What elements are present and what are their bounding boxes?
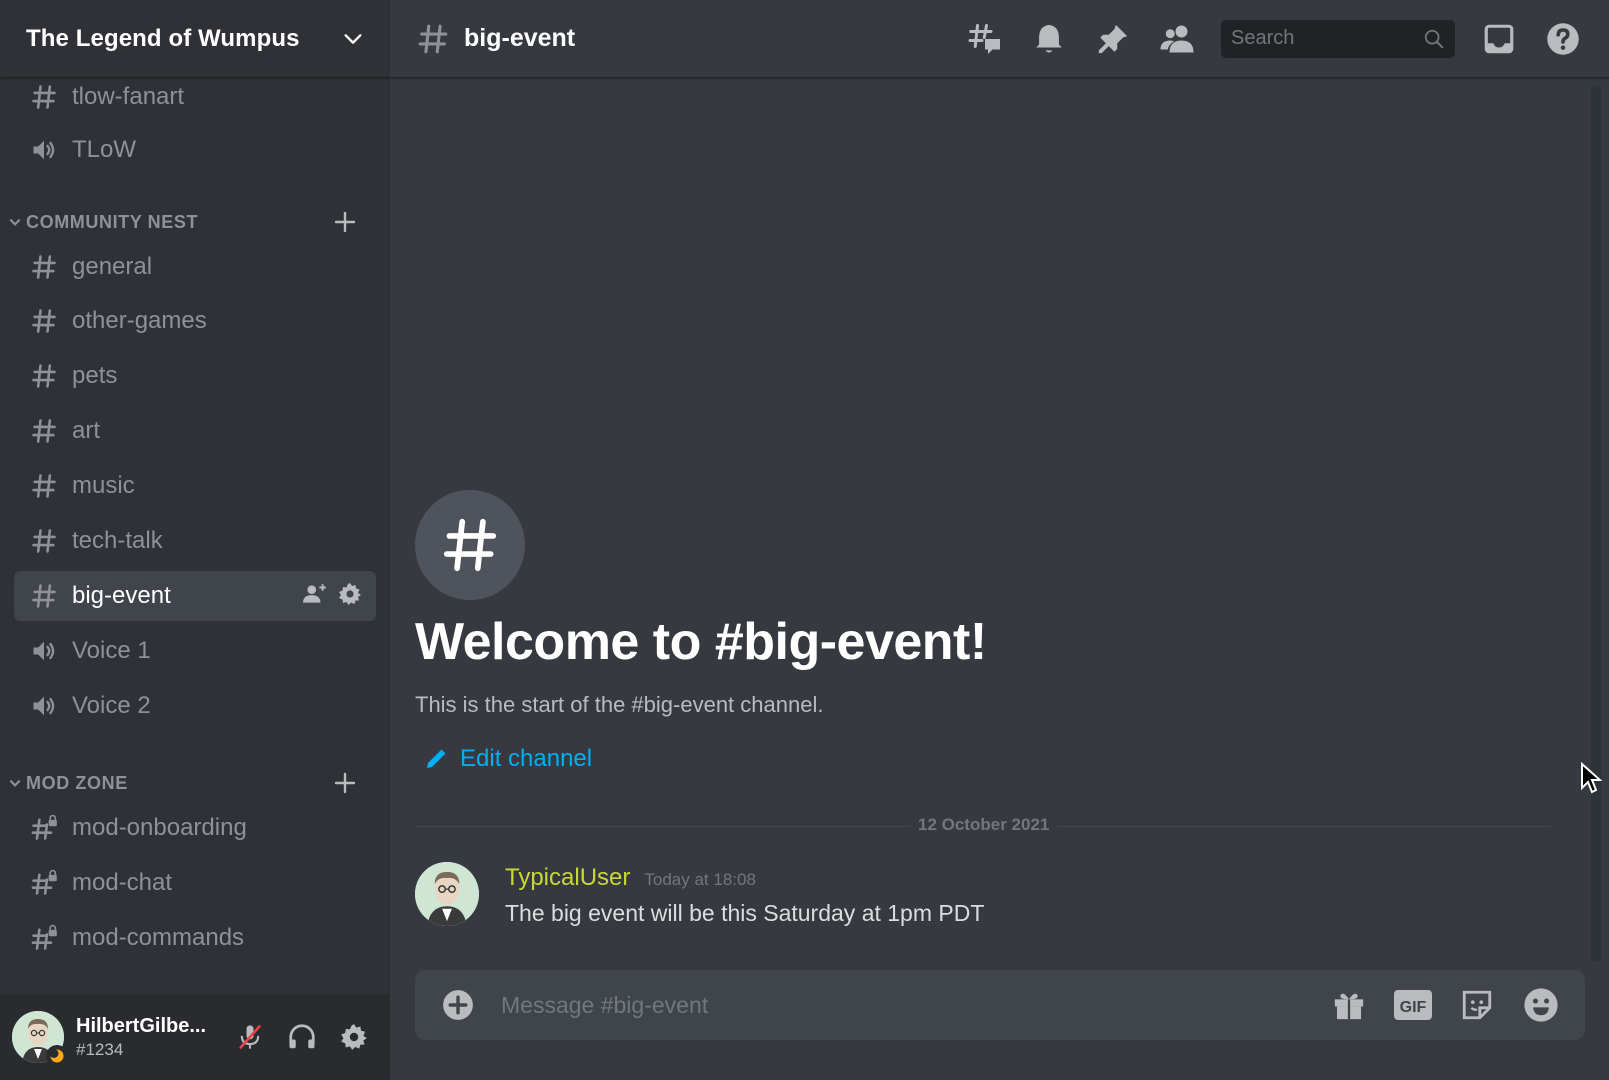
create-channel-plus-icon[interactable] (332, 770, 358, 796)
locked-hash-icon (28, 812, 60, 844)
caret-down-icon (9, 779, 21, 787)
channel-big-event[interactable]: big-event (14, 571, 376, 621)
channel-voice-1[interactable]: Voice 1 (14, 626, 376, 676)
search-icon (1424, 29, 1444, 48)
welcome-subtitle: This is the start of the #big-event chan… (415, 692, 824, 717)
channel-art[interactable]: art (14, 406, 376, 456)
headphones-icon[interactable] (286, 1021, 318, 1053)
channel-music[interactable]: music (14, 461, 376, 511)
server-name: The Legend of Wumpus (26, 24, 300, 52)
hash-icon (28, 305, 60, 337)
message-composer: GIF (415, 970, 1585, 1040)
welcome-icon-wrap (415, 490, 525, 600)
pin-icon[interactable] (1093, 19, 1133, 59)
avatar[interactable] (415, 862, 479, 926)
hash-icon (28, 580, 60, 612)
locked-hash-icon (28, 922, 60, 954)
hash-icon (28, 415, 60, 447)
chat-area: big-event Search Welcome to #big-event! … (390, 0, 1609, 1080)
message-timestamp: Today at 18:08 (644, 870, 756, 889)
welcome-title: Welcome to #big-event! (415, 613, 987, 671)
category-community-nest[interactable]: COMMUNITY NEST (8, 207, 378, 237)
channel-list: tlow-fanart TLoW COMMUNITY NEST general … (0, 78, 390, 994)
search-placeholder: Search (1231, 27, 1295, 49)
scrollbar[interactable] (1591, 86, 1601, 962)
edit-channel-link[interactable]: Edit channel (424, 745, 592, 773)
gif-label: GIF (1400, 999, 1427, 1016)
date-divider-label: 12 October 2021 (910, 815, 1058, 835)
channel-tech-talk[interactable]: tech-talk (14, 516, 376, 566)
create-channel-plus-icon[interactable] (332, 209, 358, 235)
speaker-icon (28, 134, 60, 166)
channel-header: big-event Search (390, 0, 1609, 78)
help-icon[interactable] (1543, 19, 1583, 59)
user-tag: #1234 (76, 1039, 124, 1059)
gif-icon[interactable]: GIF (1393, 985, 1433, 1025)
speaker-icon (28, 690, 60, 722)
chevron-down-icon[interactable] (342, 28, 364, 50)
bell-icon[interactable] (1029, 19, 1069, 59)
channel-general[interactable]: general (14, 242, 376, 292)
channel-sidebar: The Legend of Wumpus tlow-fanart TLoW CO… (0, 0, 390, 1080)
message: TypicalUser Today at 18:08 The big event… (415, 862, 984, 927)
members-icon[interactable] (1157, 19, 1197, 59)
mute-microphone-icon[interactable] (234, 1021, 266, 1053)
channel-mod-chat[interactable]: mod-chat (14, 858, 376, 908)
locked-hash-icon (28, 867, 60, 899)
user-avatar[interactable] (12, 1011, 68, 1067)
sticker-icon[interactable] (1457, 985, 1497, 1025)
server-header[interactable]: The Legend of Wumpus (0, 0, 390, 78)
speaker-icon (28, 635, 60, 667)
hash-icon (28, 81, 60, 113)
channel-mod-commands[interactable]: mod-commands (14, 913, 376, 963)
username: HilbertGilbe... (76, 1014, 207, 1037)
hash-icon (28, 360, 60, 392)
hash-icon (28, 525, 60, 557)
user-panel: HilbertGilbe... #1234 (0, 994, 390, 1080)
channel-other-games[interactable]: other-games (14, 296, 376, 346)
hash-icon (28, 251, 60, 283)
pencil-icon (427, 749, 446, 768)
idle-moon-icon (46, 1045, 68, 1067)
add-attachment-plus-icon[interactable] (439, 986, 477, 1024)
hash-icon (28, 470, 60, 502)
hash-icon (415, 490, 525, 600)
message-text: The big event will be this Saturday at 1… (505, 900, 985, 926)
channel-tlow-fanart[interactable]: tlow-fanart (14, 78, 376, 122)
user-info[interactable]: HilbertGilbe... #1234 (76, 1015, 234, 1060)
gift-icon[interactable] (1329, 985, 1369, 1025)
channel-tlow-voice[interactable]: TLoW (14, 125, 376, 175)
search-box[interactable]: Search (1221, 19, 1455, 58)
category-mod-zone[interactable]: MOD ZONE (8, 768, 378, 798)
invite-user-icon[interactable] (302, 581, 328, 612)
inbox-icon[interactable] (1479, 19, 1519, 59)
channel-mod-onboarding[interactable]: mod-onboarding (14, 803, 376, 853)
channel-voice-2[interactable]: Voice 2 (14, 681, 376, 731)
mouse-cursor-icon (1581, 762, 1602, 794)
message-input[interactable] (501, 991, 1329, 1019)
threads-icon[interactable] (965, 19, 1005, 59)
channel-pets[interactable]: pets (14, 351, 376, 401)
emoji-icon[interactable] (1521, 985, 1561, 1025)
message-author[interactable]: TypicalUser (505, 864, 630, 892)
caret-down-icon (9, 218, 21, 226)
user-settings-gear-icon[interactable] (338, 1021, 370, 1053)
hash-icon (418, 24, 448, 53)
channel-title: big-event (464, 24, 576, 52)
channel-settings-gear-icon[interactable] (338, 582, 362, 611)
